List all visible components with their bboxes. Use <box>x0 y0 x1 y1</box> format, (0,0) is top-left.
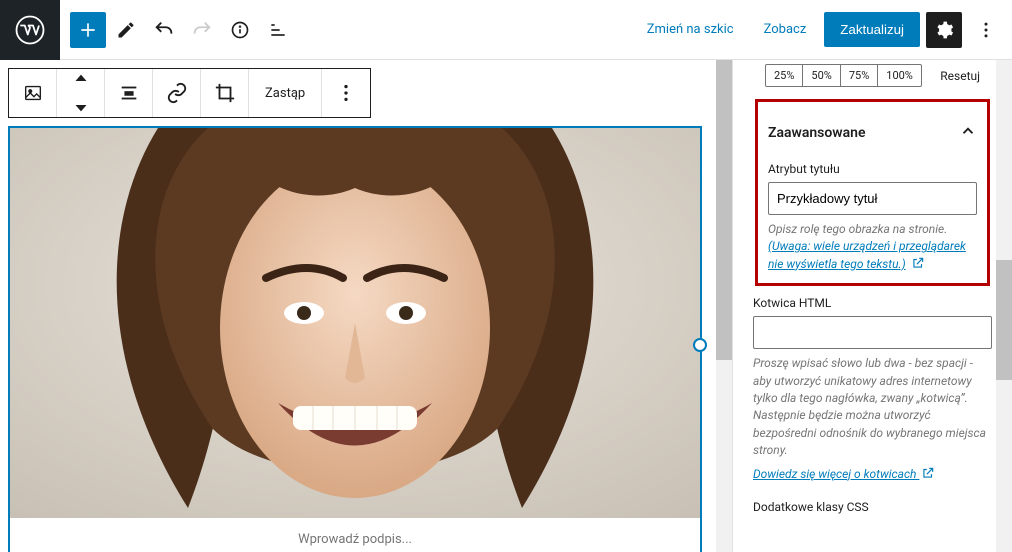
chevron-up-icon <box>959 122 977 144</box>
anchor-input[interactable] <box>753 316 992 349</box>
title-attr-input[interactable] <box>768 182 977 215</box>
advanced-panel-toggle[interactable]: Zaawansowane <box>768 112 977 154</box>
anchor-more-link[interactable]: Dowiedz się więcej o kotwicach <box>753 466 935 481</box>
external-link-icon <box>911 256 925 270</box>
image-block[interactable]: Wprowadź podpis... <box>8 126 702 552</box>
redo-button[interactable] <box>184 12 220 48</box>
update-button[interactable]: Zaktualizuj <box>824 12 920 47</box>
size-25[interactable]: 25% <box>766 65 803 86</box>
more-options-button[interactable] <box>968 12 1004 48</box>
switch-to-draft-link[interactable]: Zmień na szkic <box>635 14 746 45</box>
link-button[interactable] <box>153 69 201 117</box>
size-preset-group: 25% 50% 75% 100% <box>765 64 922 87</box>
resize-handle-right[interactable] <box>693 338 707 352</box>
advanced-panel-title: Zaawansowane <box>768 125 866 141</box>
image-content[interactable] <box>10 128 700 518</box>
move-block-buttons[interactable] <box>57 69 105 117</box>
preview-link[interactable]: Zobacz <box>752 14 819 45</box>
block-more-button[interactable] <box>322 69 370 117</box>
wordpress-logo[interactable] <box>0 0 60 60</box>
block-toolbar: Zastąp <box>8 68 371 118</box>
sidebar-scrollbar[interactable] <box>996 60 1012 552</box>
undo-button[interactable] <box>146 12 182 48</box>
edit-mode-button[interactable] <box>108 12 144 48</box>
anchor-label: Kotwica HTML <box>753 296 992 310</box>
block-type-image-icon[interactable] <box>9 69 57 117</box>
anchor-help: Proszę wpisać słowo lub dwa - bez spacji… <box>753 355 992 459</box>
image-caption-input[interactable]: Wprowadź podpis... <box>10 518 700 552</box>
editor-scrollbar[interactable] <box>716 60 732 552</box>
title-attr-help-link[interactable]: (Uwaga: wiele urządzeń i przeglądarek ni… <box>768 239 966 270</box>
title-attr-help: Opisz rolę tego obrazka na stronie. (Uwa… <box>768 221 977 273</box>
size-50[interactable]: 50% <box>803 65 840 86</box>
crop-button[interactable] <box>201 69 249 117</box>
settings-toggle-button[interactable] <box>926 12 962 48</box>
size-100[interactable]: 100% <box>878 65 921 86</box>
replace-button[interactable]: Zastąp <box>249 69 322 117</box>
reset-size-button[interactable]: Resetuj <box>940 69 980 83</box>
external-link-icon <box>921 466 935 480</box>
align-button[interactable] <box>105 69 153 117</box>
css-classes-label: Dodatkowe klasy CSS <box>753 500 992 514</box>
info-button[interactable] <box>222 12 258 48</box>
size-75[interactable]: 75% <box>841 65 878 86</box>
title-attr-label: Atrybut tytułu <box>768 162 977 176</box>
add-block-button[interactable] <box>70 12 106 48</box>
outline-button[interactable] <box>260 12 296 48</box>
advanced-panel-highlight: Zaawansowane Atrybut tytułu Opisz rolę t… <box>755 99 990 286</box>
